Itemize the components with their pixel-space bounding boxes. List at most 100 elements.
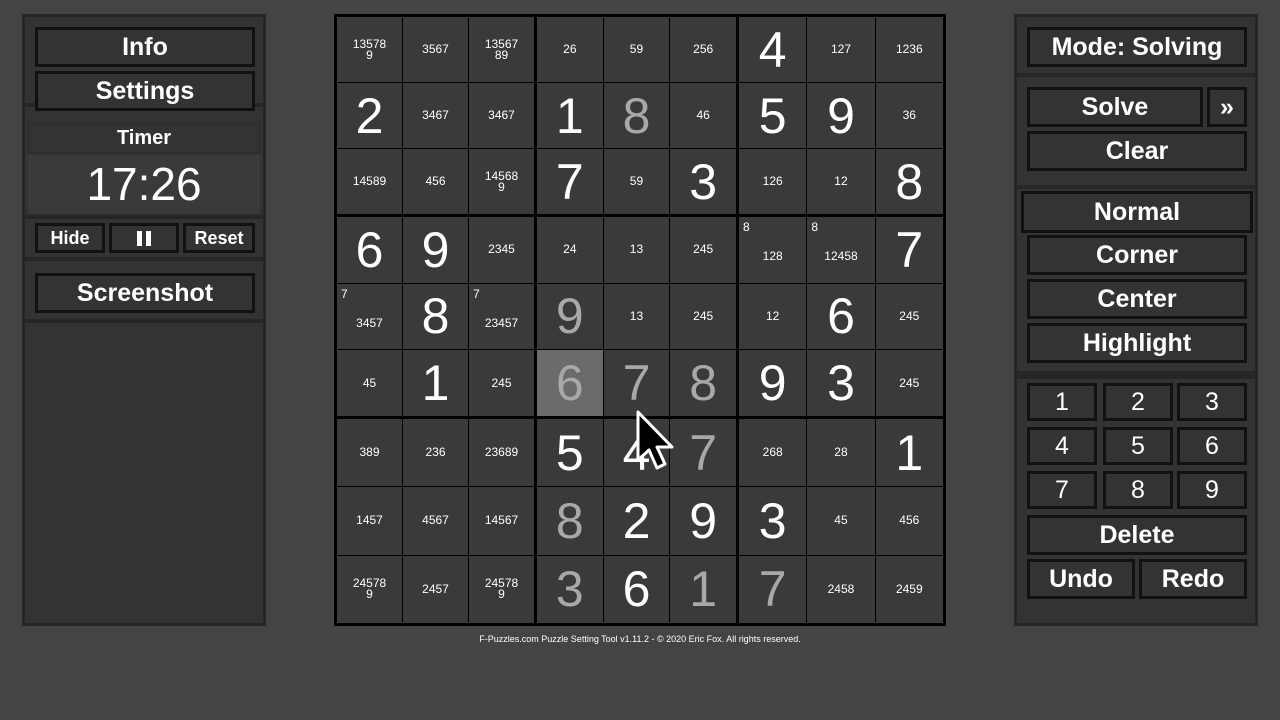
grid-cell[interactable]: 3 — [670, 149, 736, 214]
grid-cell[interactable]: 1 — [403, 350, 468, 416]
digit-button-2[interactable]: 2 — [1103, 383, 1173, 421]
grid-cell[interactable]: 236 — [403, 419, 468, 487]
grid-cell[interactable]: 1457 — [337, 487, 402, 555]
digit-button-8[interactable]: 8 — [1103, 471, 1173, 509]
grid-cell[interactable]: 26 — [537, 17, 603, 82]
delete-button[interactable]: Delete — [1027, 515, 1247, 555]
skip-forward-button[interactable]: » — [1207, 87, 1247, 127]
pause-button[interactable] — [109, 223, 179, 253]
grid-cell[interactable]: 456 — [875, 487, 943, 555]
grid-cell[interactable]: 5 — [537, 419, 603, 487]
grid-cell[interactable]: 2457 — [403, 555, 468, 623]
grid-cell[interactable]: 127 — [807, 17, 875, 82]
grid-cell[interactable]: 2345 — [469, 217, 534, 283]
grid-cell[interactable]: 7 — [603, 350, 670, 416]
grid-cell[interactable]: 4567 — [403, 487, 468, 555]
grid-cell[interactable]: 9 — [403, 217, 468, 283]
mode-toggle-button[interactable]: Mode: Solving — [1027, 27, 1247, 67]
grid-cell[interactable]: 245 — [875, 350, 943, 416]
grid-cell[interactable]: 245789 — [469, 555, 534, 623]
grid-cell[interactable]: 1 — [875, 419, 943, 487]
grid-cell[interactable]: 12 — [739, 283, 807, 350]
grid-cell[interactable]: 135789 — [337, 17, 402, 82]
grid-cell[interactable]: 3467 — [403, 83, 468, 148]
grid-cell[interactable]: 2459 — [875, 555, 943, 623]
grid-cell[interactable]: 5 — [739, 83, 807, 148]
solve-button[interactable]: Solve — [1027, 87, 1203, 127]
grid-cell[interactable]: 8 128 — [739, 217, 807, 283]
grid-cell[interactable]: 6 — [337, 217, 402, 283]
digit-button-9[interactable]: 9 — [1177, 471, 1247, 509]
grid-cell[interactable]: 6 — [537, 350, 603, 416]
center-mode-button[interactable]: Center — [1027, 279, 1247, 319]
grid-cell[interactable]: 4 — [739, 17, 807, 82]
grid-cell[interactable]: 9 — [807, 83, 875, 148]
digit-button-6[interactable]: 6 — [1177, 427, 1247, 465]
grid-cell[interactable]: 1236 — [875, 17, 943, 82]
grid-cell[interactable]: 59 — [603, 17, 670, 82]
grid-cell[interactable]: 389 — [337, 419, 402, 487]
grid-cell[interactable]: 8 — [875, 149, 943, 214]
grid-cell[interactable]: 1356789 — [469, 17, 534, 82]
grid-cell[interactable]: 8 12458 — [807, 217, 875, 283]
grid-cell[interactable]: 9 — [670, 487, 736, 555]
grid-cell[interactable]: 7 23457 — [469, 283, 534, 350]
grid-cell[interactable]: 14567 — [469, 487, 534, 555]
grid-cell[interactable]: 28 — [807, 419, 875, 487]
grid-cell[interactable]: 8 — [603, 83, 670, 148]
grid-cell[interactable]: 7 — [537, 149, 603, 214]
corner-mode-button[interactable]: Corner — [1027, 235, 1247, 275]
grid-cell[interactable]: 3 — [807, 350, 875, 416]
digit-button-4[interactable]: 4 — [1027, 427, 1097, 465]
clear-button[interactable]: Clear — [1027, 131, 1247, 171]
grid-cell[interactable]: 4 — [603, 419, 670, 487]
grid-cell[interactable]: 23689 — [469, 419, 534, 487]
grid-cell[interactable]: 7 — [739, 555, 807, 623]
grid-cell[interactable]: 2458 — [807, 555, 875, 623]
grid-cell[interactable]: 3 — [739, 487, 807, 555]
undo-button[interactable]: Undo — [1027, 559, 1135, 599]
grid-cell[interactable]: 8 — [670, 350, 736, 416]
grid-cell[interactable]: 6 — [807, 283, 875, 350]
grid-cell[interactable]: 6 — [603, 555, 670, 623]
grid-cell[interactable]: 13 — [603, 283, 670, 350]
reset-timer-button[interactable]: Reset — [183, 223, 255, 253]
grid-cell[interactable]: 256 — [670, 17, 736, 82]
grid-cell[interactable]: 126 — [739, 149, 807, 214]
info-button[interactable]: Info — [35, 27, 255, 67]
grid-cell[interactable]: 145689 — [469, 149, 534, 214]
grid-cell[interactable]: 24 — [537, 217, 603, 283]
grid-cell[interactable]: 3467 — [469, 83, 534, 148]
digit-button-5[interactable]: 5 — [1103, 427, 1173, 465]
digit-button-7[interactable]: 7 — [1027, 471, 1097, 509]
grid-cell[interactable]: 3 — [537, 555, 603, 623]
digit-button-3[interactable]: 3 — [1177, 383, 1247, 421]
grid-cell[interactable]: 9 — [739, 350, 807, 416]
grid-cell[interactable]: 59 — [603, 149, 670, 214]
redo-button[interactable]: Redo — [1139, 559, 1247, 599]
grid-cell[interactable]: 3567 — [403, 17, 468, 82]
normal-mode-button[interactable]: Normal — [1021, 191, 1253, 233]
grid-cell[interactable]: 45 — [807, 487, 875, 555]
grid-cell[interactable]: 245 — [670, 283, 736, 350]
grid-cell[interactable]: 8 — [403, 283, 468, 350]
grid-cell[interactable]: 245 — [875, 283, 943, 350]
grid-cell[interactable]: 36 — [875, 83, 943, 148]
grid-cell[interactable]: 14589 — [337, 149, 402, 214]
grid-cell[interactable]: 13 — [603, 217, 670, 283]
grid-cell[interactable]: 7 3457 — [337, 283, 402, 350]
settings-button[interactable]: Settings — [35, 71, 255, 111]
grid-cell[interactable]: 245789 — [337, 555, 402, 623]
grid-cell[interactable]: 268 — [739, 419, 807, 487]
grid-cell[interactable]: 1 — [537, 83, 603, 148]
screenshot-button[interactable]: Screenshot — [35, 273, 255, 313]
grid-cell[interactable]: 2 — [337, 83, 402, 148]
highlight-mode-button[interactable]: Highlight — [1027, 323, 1247, 363]
hide-timer-button[interactable]: Hide — [35, 223, 105, 253]
grid-cell[interactable]: 1 — [670, 555, 736, 623]
grid-cell[interactable]: 7 — [875, 217, 943, 283]
grid-cell[interactable]: 2 — [603, 487, 670, 555]
grid-cell[interactable]: 245 — [670, 217, 736, 283]
grid-cell[interactable]: 12 — [807, 149, 875, 214]
grid-cell[interactable]: 8 — [537, 487, 603, 555]
